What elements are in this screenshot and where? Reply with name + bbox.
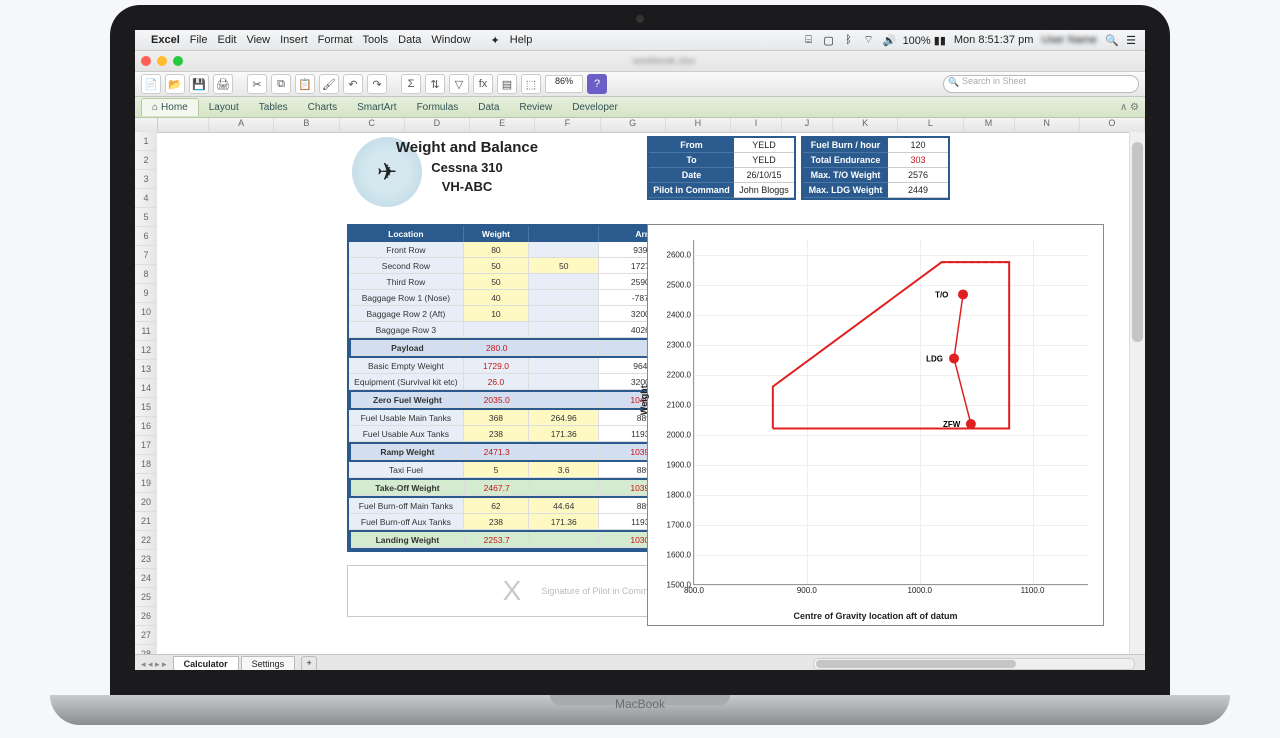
ribbon-collapse-icon[interactable]: ∧ ⚙ [1120,102,1139,113]
menu-file[interactable]: File [190,34,208,46]
clock[interactable]: Mon 8:51:37 pm [954,34,1034,46]
window-titlebar: workbook.xlsx [135,51,1145,72]
svg-text:ZFW: ZFW [943,420,961,429]
menu-format[interactable]: Format [318,34,353,46]
chart-icon[interactable]: ▤ [497,74,517,94]
row-headers[interactable]: 1234567891011121314151617181920212223242… [135,132,157,670]
weight-limits-table: Fuel Burn / hour120Total Endurance303Max… [801,136,950,200]
autosum-icon[interactable]: Σ [401,74,421,94]
help-icon[interactable]: ? [587,74,607,94]
ribbon-data[interactable]: Data [468,99,509,116]
svg-text:LDG: LDG [926,354,943,363]
paste-icon[interactable]: 📋 [295,74,315,94]
redo-icon[interactable]: ↷ [367,74,387,94]
zoom-level[interactable]: 86% [545,75,583,93]
camera-dot [636,15,644,23]
menu-help[interactable]: Help [510,34,533,46]
menu-insert[interactable]: Insert [280,34,308,46]
bluetooth-icon[interactable]: ᛒ [843,34,855,46]
fx-icon[interactable]: fx [473,74,493,94]
minimize-window-button[interactable] [157,56,167,66]
wifi-icon[interactable]: ⌔ [863,33,875,47]
menu-data[interactable]: Data [398,34,421,46]
window-title: workbook.xlsx [633,56,696,67]
textbox-icon[interactable]: ⬚ [521,74,541,94]
sheet-tab-calculator[interactable]: Calculator [173,656,239,670]
menu-edit[interactable]: Edit [217,34,236,46]
open-icon[interactable]: 📂 [165,74,185,94]
column-headers[interactable]: ABCDEFGHIJKLMNO [135,118,1145,133]
save-icon[interactable]: 💾 [189,74,209,94]
filter-icon[interactable]: ▽ [449,74,469,94]
notifications-icon[interactable]: ☰ [1125,34,1137,47]
spreadsheet-grid[interactable]: ABCDEFGHIJKLMNO 123456789101112131415161… [135,118,1145,670]
volume-icon[interactable]: 🔊 [883,34,895,47]
add-sheet-button[interactable]: + [301,656,317,670]
aircraft-type: Cessna 310 [287,160,647,175]
svg-text:T/O: T/O [935,290,948,299]
chart-xlabel: Centre of Gravity location aft of datum [648,611,1103,621]
sheet-tabs-bar: ◂ ◂ ▸ ▸ Calculator Settings + [135,654,1145,670]
sort-icon[interactable]: ⇅ [425,74,445,94]
signature-x-icon: X [503,575,522,607]
ribbon-charts[interactable]: Charts [298,99,347,116]
cg-envelope-chart: Weight Centre of Gravity location aft of… [647,224,1104,626]
dropbox-icon[interactable]: ⌸ [803,34,815,47]
menu-tools[interactable]: Tools [362,34,388,46]
horizontal-scrollbar[interactable] [813,658,1135,670]
zoom-window-button[interactable] [173,56,183,66]
format-painter-icon[interactable]: 🖌 [319,74,339,94]
user-name[interactable]: User Name [1041,34,1097,46]
battery-status[interactable]: 100% ▮▮ [903,34,946,47]
page-title: Weight and Balance [287,139,647,156]
home-icon: ⌂ [152,102,158,113]
sheet-nav[interactable]: ◂ ◂ ▸ ▸ [135,659,173,670]
select-all-corner[interactable] [135,118,158,132]
ribbon-formulas[interactable]: Formulas [407,99,469,116]
aircraft-reg: VH-ABC [287,179,647,194]
ribbon-layout[interactable]: Layout [199,99,249,116]
sheet-tab-settings[interactable]: Settings [241,656,296,670]
title-block: Weight and Balance Cessna 310 VH-ABC [287,137,647,198]
ribbon-tables[interactable]: Tables [249,99,298,116]
spotlight-icon[interactable]: 🔍 [1105,34,1117,47]
print-icon[interactable]: 🖨 [213,74,233,94]
new-doc-icon[interactable]: 📄 [141,74,161,94]
ribbon-developer[interactable]: Developer [562,99,628,116]
vertical-scrollbar[interactable] [1129,132,1145,670]
airplay-icon[interactable]: ▢ [823,34,835,47]
macbook-brand: MacBook [615,697,665,711]
menu-window[interactable]: Window [431,34,470,46]
macos-menubar: Excel File Edit View Insert Format Tools… [135,30,1145,51]
ribbon-smartart[interactable]: SmartArt [347,99,406,116]
undo-icon[interactable]: ↶ [343,74,363,94]
ribbon-home[interactable]: ⌂Home [141,98,199,116]
close-window-button[interactable] [141,56,151,66]
flight-info-table: FromYELDToYELDDate26/10/15Pilot in Comma… [647,136,796,200]
ribbon-tabs: ⌂Home Layout Tables Charts SmartArt Form… [135,97,1145,118]
menu-app[interactable]: Excel [151,34,180,46]
copy-icon[interactable]: ⧉ [271,74,291,94]
cut-icon[interactable]: ✂ [247,74,267,94]
chart-ylabel: Weight [639,385,649,415]
standard-toolbar: 📄 📂 💾 🖨 ✂ ⧉ 📋 🖌 ↶ ↷ Σ ⇅ ▽ fx ▤ ⬚ 86% ? S… [135,72,1145,97]
menu-view[interactable]: View [246,34,270,46]
search-input[interactable]: Search in Sheet [943,75,1139,93]
ribbon-review[interactable]: Review [509,99,562,116]
